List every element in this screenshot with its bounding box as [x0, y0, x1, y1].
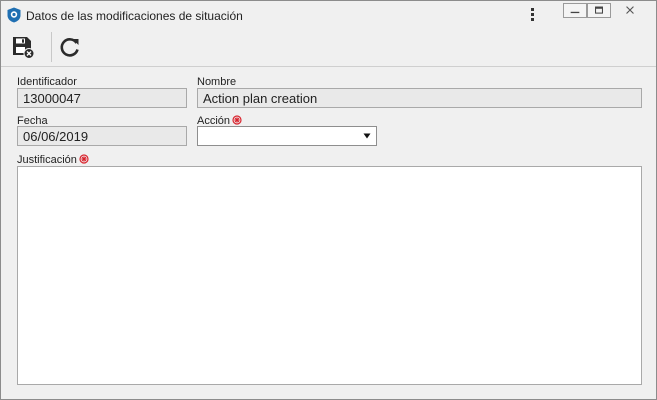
maximize-button[interactable] — [587, 3, 611, 18]
app-shield-icon — [6, 7, 22, 23]
window-title: Datos de las modificaciones de situación — [26, 9, 243, 23]
fecha-field: 06/06/2019 — [17, 126, 187, 146]
required-icon — [79, 154, 89, 164]
maximize-icon — [595, 6, 603, 14]
accion-select[interactable] — [197, 126, 377, 146]
refresh-icon — [60, 38, 79, 57]
title-bar[interactable]: Datos de las modificaciones de situación — [1, 1, 656, 29]
close-button[interactable] — [613, 3, 647, 18]
chevron-down-icon — [363, 133, 371, 139]
required-icon — [232, 115, 242, 125]
kebab-menu-icon[interactable] — [527, 7, 537, 23]
identificador-label: Identificador — [17, 76, 77, 88]
justificacion-label: Justificación — [17, 154, 77, 166]
nombre-field: Action plan creation — [197, 88, 642, 108]
minimize-button[interactable] — [563, 3, 587, 18]
refresh-button[interactable] — [57, 34, 83, 60]
save-and-close-button[interactable] — [10, 34, 36, 60]
justificacion-textarea[interactable] — [17, 166, 642, 385]
nombre-label: Nombre — [197, 76, 237, 88]
window-bottom-border — [1, 390, 656, 399]
dialog-window: Datos de las modificaciones de situación — [0, 0, 657, 400]
close-icon — [626, 6, 634, 14]
identificador-field: 13000047 — [17, 88, 187, 108]
toolbar-separator — [51, 32, 52, 62]
save-and-close-icon — [13, 37, 35, 59]
minimize-icon — [570, 11, 580, 14]
toolbar — [1, 29, 656, 67]
form-area: Identificador 13000047 Nombre Action pla… — [1, 68, 656, 390]
justificacion-label-wrap: Justificación — [17, 154, 89, 166]
